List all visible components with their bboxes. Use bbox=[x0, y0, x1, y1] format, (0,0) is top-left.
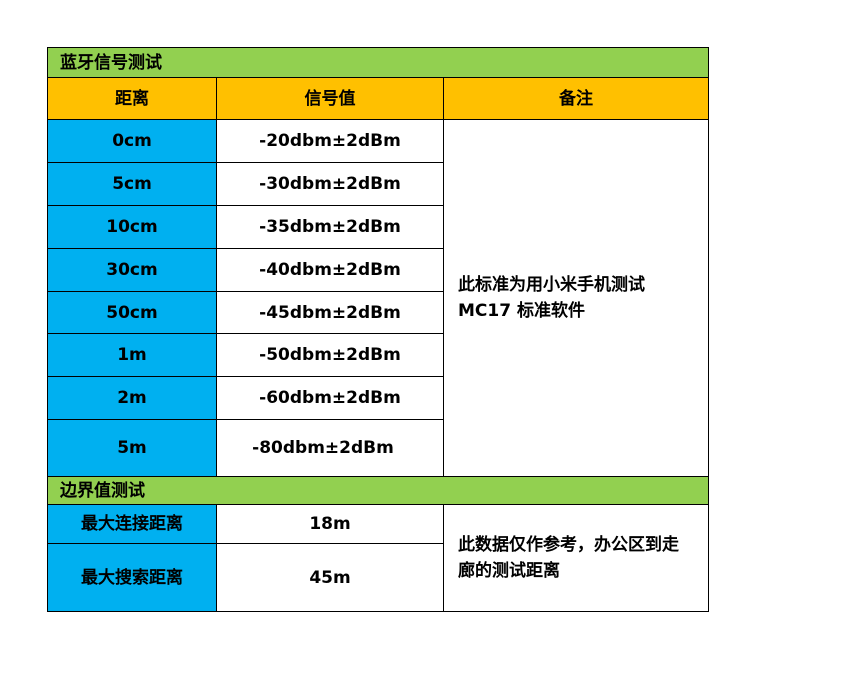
distance-cell[interactable]: 10cm bbox=[47, 205, 217, 249]
header-remark[interactable]: 备注 bbox=[443, 77, 709, 120]
distance-cell[interactable]: 0cm bbox=[47, 119, 217, 163]
boundary-label-cell[interactable]: 最大连接距离 bbox=[47, 504, 217, 544]
signal-cell[interactable]: -35dbm±2dBm bbox=[216, 205, 444, 249]
section-title-bluetooth[interactable]: 蓝牙信号测试 bbox=[47, 47, 709, 78]
signal-cell[interactable]: -60dbm±2dBm bbox=[216, 376, 444, 420]
distance-cell[interactable]: 50cm bbox=[47, 291, 217, 334]
signal-cell[interactable]: -40dbm±2dBm bbox=[216, 248, 444, 292]
boundary-value-cell[interactable]: 18m bbox=[216, 504, 444, 544]
header-distance[interactable]: 距离 bbox=[47, 77, 217, 120]
header-signal[interactable]: 信号值 bbox=[216, 77, 444, 120]
signal-cell[interactable]: -80dbm±2dBm bbox=[216, 419, 444, 477]
distance-cell[interactable]: 2m bbox=[47, 376, 217, 420]
distance-cell[interactable]: 1m bbox=[47, 333, 217, 377]
section-title-boundary[interactable]: 边界值测试 bbox=[47, 476, 709, 505]
distance-cell[interactable]: 30cm bbox=[47, 248, 217, 292]
remark-cell-boundary[interactable]: 此数据仅作参考，办公区到走廊的测试距离 bbox=[443, 504, 709, 612]
signal-cell[interactable]: -30dbm±2dBm bbox=[216, 162, 444, 206]
boundary-label-cell[interactable]: 最大搜索距离 bbox=[47, 543, 217, 612]
spreadsheet-table: 蓝牙信号测试 距离 信号值 备注 0cm -20dbm±2dBm 5cm -30… bbox=[47, 47, 709, 612]
signal-cell[interactable]: -50dbm±2dBm bbox=[216, 333, 444, 377]
signal-cell[interactable]: -20dbm±2dBm bbox=[216, 119, 444, 163]
remark-cell-bluetooth[interactable]: 此标准为用小米手机测试MC17 标准软件 bbox=[443, 119, 709, 477]
boundary-value-cell[interactable]: 45m bbox=[216, 543, 444, 612]
distance-cell[interactable]: 5m bbox=[47, 419, 217, 477]
distance-cell[interactable]: 5cm bbox=[47, 162, 217, 206]
signal-cell[interactable]: -45dbm±2dBm bbox=[216, 291, 444, 334]
